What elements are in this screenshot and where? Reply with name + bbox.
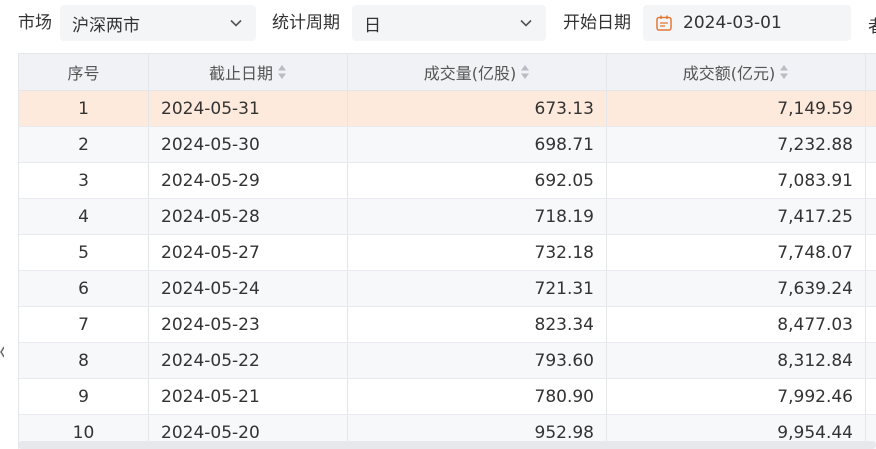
sort-icon[interactable] xyxy=(520,64,530,80)
market-select-value: 沪深两市 xyxy=(72,15,140,36)
sort-icon[interactable] xyxy=(779,64,789,80)
period-label: 统计周期 xyxy=(272,13,340,33)
cell-more xyxy=(866,343,876,378)
cell-index: 5 xyxy=(19,235,149,270)
cell-volume: 721.31 xyxy=(348,271,607,306)
cell-more xyxy=(866,91,876,126)
start-date-picker[interactable]: 2024-03-01 xyxy=(643,5,851,41)
cell-amount: 7,083.91 xyxy=(607,163,866,198)
cell-date: 2024-05-23 xyxy=(149,307,348,342)
cell-amount: 8,477.03 xyxy=(607,307,866,342)
collapse-handle-icon[interactable] xyxy=(0,344,5,358)
cell-date: 2024-05-27 xyxy=(149,235,348,270)
cell-volume: 718.19 xyxy=(348,199,607,234)
cell-index: 7 xyxy=(19,307,149,342)
cell-index: 3 xyxy=(19,163,149,198)
table-header-row: 序号 截止日期 成交量(亿股) 成交额(亿元) xyxy=(19,54,876,91)
cell-more xyxy=(866,235,876,270)
cell-volume: 698.71 xyxy=(348,127,607,162)
cell-amount: 7,992.46 xyxy=(607,379,866,414)
header-index: 序号 xyxy=(19,54,149,90)
table-row[interactable]: 8 2024-05-22 793.60 8,312.84 xyxy=(19,343,876,379)
header-amount[interactable]: 成交额(亿元) xyxy=(607,54,866,90)
cell-volume: 823.34 xyxy=(348,307,607,342)
cell-index: 9 xyxy=(19,379,149,414)
cell-more xyxy=(866,127,876,162)
cell-date: 2024-05-30 xyxy=(149,127,348,162)
sort-icon[interactable] xyxy=(277,64,287,80)
start-date-value: 2024-03-01 xyxy=(683,13,782,33)
data-table: 序号 截止日期 成交量(亿股) 成交额(亿元) 1 2024-05-31 673… xyxy=(18,53,876,449)
cell-date: 2024-05-22 xyxy=(149,343,348,378)
market-label: 市场 xyxy=(18,13,52,33)
cell-date: 2024-05-28 xyxy=(149,199,348,234)
cell-date: 2024-05-24 xyxy=(149,271,348,306)
table-row[interactable]: 7 2024-05-23 823.34 8,477.03 xyxy=(19,307,876,343)
cell-volume: 732.18 xyxy=(348,235,607,270)
cell-date: 2024-05-21 xyxy=(149,379,348,414)
cell-amount: 7,639.24 xyxy=(607,271,866,306)
horizontal-scrollbar[interactable] xyxy=(18,441,876,449)
cell-index: 8 xyxy=(19,343,149,378)
table-row[interactable]: 4 2024-05-28 718.19 7,417.25 xyxy=(19,199,876,235)
table-row[interactable]: 6 2024-05-24 721.31 7,639.24 xyxy=(19,271,876,307)
table-row[interactable]: 1 2024-05-31 673.13 7,149.59 xyxy=(19,91,876,127)
cell-more xyxy=(866,307,876,342)
cell-more xyxy=(866,163,876,198)
cell-amount: 8,312.84 xyxy=(607,343,866,378)
filter-bar: 市场 沪深两市 统计周期 日 开始日期 2024-03-01 者 xyxy=(0,0,876,48)
calendar-icon xyxy=(655,14,673,32)
cell-index: 6 xyxy=(19,271,149,306)
cell-index: 1 xyxy=(19,91,149,126)
cell-volume: 793.60 xyxy=(348,343,607,378)
cell-date: 2024-05-31 xyxy=(149,91,348,126)
table-row[interactable]: 9 2024-05-21 780.90 7,992.46 xyxy=(19,379,876,415)
cell-more xyxy=(866,271,876,306)
next-filter-label-fragment: 者 xyxy=(868,12,876,37)
header-more-column xyxy=(866,54,876,90)
period-select[interactable]: 日 xyxy=(352,5,546,41)
table-body: 1 2024-05-31 673.13 7,149.59 2 2024-05-3… xyxy=(19,91,876,449)
cell-volume: 673.13 xyxy=(348,91,607,126)
cell-date: 2024-05-29 xyxy=(149,163,348,198)
period-select-value: 日 xyxy=(364,15,381,36)
cell-volume: 780.90 xyxy=(348,379,607,414)
chevron-down-icon xyxy=(518,15,534,31)
table-row[interactable]: 3 2024-05-29 692.05 7,083.91 xyxy=(19,163,876,199)
header-volume[interactable]: 成交量(亿股) xyxy=(348,54,607,90)
market-select[interactable]: 沪深两市 xyxy=(60,5,256,41)
chevron-down-icon xyxy=(228,15,244,31)
cell-amount: 7,748.07 xyxy=(607,235,866,270)
cell-volume: 692.05 xyxy=(348,163,607,198)
cell-amount: 7,232.88 xyxy=(607,127,866,162)
cell-more xyxy=(866,379,876,414)
table-row[interactable]: 2 2024-05-30 698.71 7,232.88 xyxy=(19,127,876,163)
cell-index: 4 xyxy=(19,199,149,234)
cell-amount: 7,417.25 xyxy=(607,199,866,234)
cell-amount: 7,149.59 xyxy=(607,91,866,126)
header-date[interactable]: 截止日期 xyxy=(149,54,348,90)
table-row[interactable]: 5 2024-05-27 732.18 7,748.07 xyxy=(19,235,876,271)
cell-index: 2 xyxy=(19,127,149,162)
cell-more xyxy=(866,199,876,234)
start-date-label: 开始日期 xyxy=(563,13,631,33)
